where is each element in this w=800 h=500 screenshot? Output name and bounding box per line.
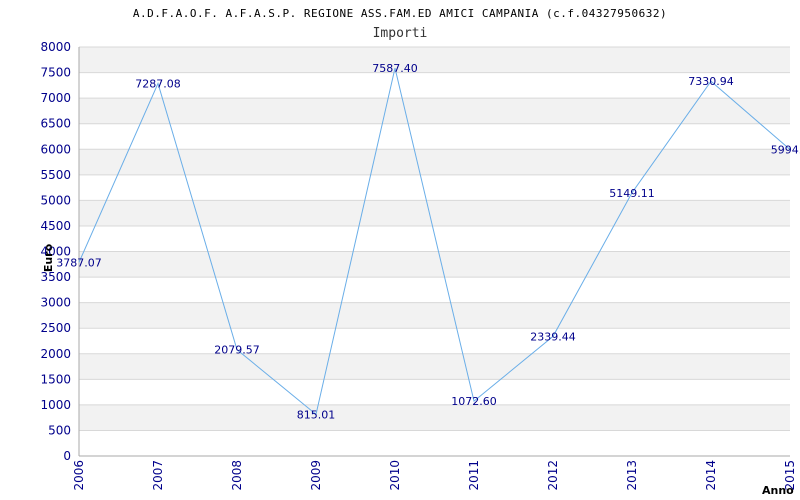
y-tick-label: 4500 <box>40 219 71 233</box>
x-tick-label: 2011 <box>467 460 481 491</box>
data-label: 3787.07 <box>56 256 102 269</box>
grid-band <box>79 200 790 226</box>
y-tick-label: 7500 <box>40 66 71 80</box>
y-tick-label: 500 <box>48 423 71 437</box>
y-tick-label: 1500 <box>40 372 71 386</box>
y-tick-label: 0 <box>63 449 71 463</box>
y-tick-label: 5000 <box>40 193 71 207</box>
x-tick-label: 2012 <box>546 460 560 491</box>
data-label: 5994.8 <box>771 144 800 157</box>
grid-band <box>79 149 790 175</box>
y-tick-label: 1000 <box>40 398 71 412</box>
y-tick-label: 6500 <box>40 117 71 131</box>
line-chart: 0500100015002000250030003500400045005000… <box>40 7 800 497</box>
x-tick-label: 2006 <box>72 460 86 491</box>
grid-band <box>79 251 790 278</box>
data-label: 7287.08 <box>135 77 181 90</box>
x-tick-label: 2010 <box>388 460 402 491</box>
x-axis-label: Anno <box>762 484 794 497</box>
y-tick-label: 6000 <box>40 142 71 156</box>
data-label: 2339.44 <box>530 330 576 343</box>
x-tick-label: 2009 <box>309 460 323 491</box>
data-label: 7330.94 <box>688 75 734 88</box>
y-tick-label: 2000 <box>40 347 71 361</box>
grid-band <box>79 404 790 431</box>
data-label: 2079.57 <box>214 344 260 357</box>
grid-band <box>79 302 790 329</box>
y-tick-label: 7000 <box>40 91 71 105</box>
grid-band <box>79 47 790 73</box>
y-tick-label: 8000 <box>40 40 71 54</box>
grid-bands <box>79 47 790 431</box>
x-tick-label: 2013 <box>625 460 639 491</box>
data-label: 7587.40 <box>372 62 418 75</box>
y-tick-label: 5500 <box>40 168 71 182</box>
data-label: 1072.60 <box>451 395 497 408</box>
chart-title: A.D.F.A.O.F. A.F.A.S.P. REGIONE ASS.FAM.… <box>133 7 667 20</box>
y-tick-label: 3000 <box>40 296 71 310</box>
grid-band <box>79 353 790 380</box>
x-tick-label: 2007 <box>151 460 165 491</box>
x-ticks: 2006 2007 2008 2009 2010 2011 2012 2013 2014 2015 <box>72 460 797 491</box>
y-tick-label: 2500 <box>40 321 71 335</box>
data-label: 5149.11 <box>609 187 655 200</box>
x-tick-label: 2008 <box>230 460 244 491</box>
x-tick-label: 2014 <box>704 460 718 491</box>
data-label: 815.01 <box>297 408 336 421</box>
y-axis-label: Euro <box>42 243 55 272</box>
chart-subtitle: Importi <box>373 26 428 41</box>
